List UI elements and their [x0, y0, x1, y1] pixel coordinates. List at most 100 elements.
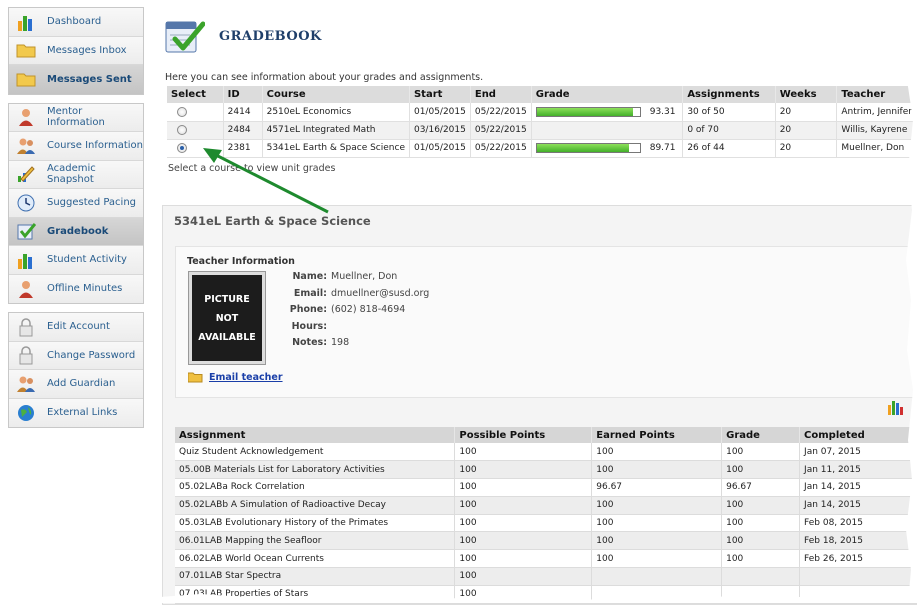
course-id: 2381	[223, 139, 263, 158]
course-row[interactable]: 2414 2510eL Economics 01/05/2015 05/22/2015…	[167, 103, 917, 122]
teacher-info-heading: Teacher Information	[187, 256, 295, 267]
sidebar-item-student-activity[interactable]: Student Activity	[9, 246, 143, 275]
course-start: 03/16/2015	[409, 121, 471, 140]
sidebar: Dashboard Messages Inbox Messages Sent Ment…	[8, 7, 144, 436]
sidebar-item-label: Suggested Pacing	[47, 197, 137, 209]
sidebar-item-label: Add Guardian	[47, 378, 116, 390]
possible-points: 100	[454, 460, 593, 480]
course-name: 5341eL Earth & Space Science	[262, 139, 410, 158]
earned-points: 100	[591, 496, 723, 515]
teacher-picture-placeholder: PICTURE NOT AVAILABLE	[188, 271, 266, 365]
email-teacher-link[interactable]: Email teacher	[188, 371, 283, 383]
teacher-info-box: Teacher Information PICTURE NOT AVAILABL…	[175, 246, 917, 398]
sidebar-item-gradebook[interactable]: Gradebook	[9, 217, 143, 246]
assignment-name: 06.01LAB Mapping the Seafloor	[175, 531, 456, 551]
sidebar-item-messages-inbox[interactable]: Messages Inbox	[9, 36, 143, 65]
course-name: 4571eL Integrated Math	[262, 121, 410, 140]
lock-icon	[19, 346, 33, 365]
sidebar-item-external-links[interactable]: External Links	[9, 398, 143, 427]
email-teacher-label: Email teacher	[209, 371, 283, 383]
teacher-field-label: Name:	[292, 271, 327, 282]
assignment-name: 05.00B Materials List for Laboratory Act…	[175, 460, 456, 480]
sidebar-item-suggested-pacing[interactable]: Suggested Pacing	[9, 189, 143, 218]
torn-edge-right	[906, 0, 917, 603]
course-row[interactable]: 2381 5341eL Earth & Space Science 01/05/20…	[167, 139, 917, 158]
course-row[interactable]: 2484 4571eL Integrated Math 03/16/2015 05/2…	[167, 121, 917, 140]
course-detail-title: 5341eL Earth & Space Science	[174, 214, 371, 228]
column-header: Grade	[531, 86, 684, 103]
course-end: 05/22/2015	[470, 103, 532, 122]
sidebar-item-add-guardian[interactable]: Add Guardian	[9, 370, 143, 399]
teacher-field-label: Phone:	[289, 304, 327, 315]
bar-chart-icon	[18, 15, 32, 31]
clock-icon	[17, 194, 35, 212]
earned-points	[591, 567, 723, 586]
assignment-name: 06.02LAB World Ocean Currents	[175, 549, 456, 569]
course-start: 01/05/2015	[409, 139, 471, 158]
possible-points: 100	[454, 531, 593, 551]
course-table: Select ID Course Start End Grade Assignments We…	[167, 86, 917, 158]
gradebook-checkmark-icon	[165, 21, 205, 53]
course-id: 2414	[223, 103, 263, 122]
assignment-grade	[721, 567, 801, 586]
select-cell	[167, 121, 224, 140]
possible-points: 100	[454, 514, 593, 533]
course-select-radio[interactable]	[177, 106, 187, 117]
course-assignments: 30 of 50	[682, 103, 776, 122]
earned-points: 100	[591, 460, 723, 480]
torn-edge-bottom	[0, 593, 917, 603]
course-weeks: 20	[775, 139, 838, 158]
checkmark-icon	[17, 223, 36, 240]
sidebar-item-offline-minutes[interactable]: Offline Minutes	[9, 274, 143, 303]
select-cell	[167, 139, 224, 158]
sidebar-item-course-information[interactable]: Course Information	[9, 132, 143, 161]
possible-points: 100	[454, 496, 593, 515]
teacher-field: Name: Muellner, Don	[274, 271, 429, 288]
column-header: Completed	[799, 427, 917, 443]
assignment-grade: 96.67	[721, 478, 801, 497]
assignment-name: 05.02LABb A Simulation of Radioactive De…	[175, 496, 456, 515]
teacher-field: Phone: (602) 818-4694	[274, 304, 429, 321]
assignments-table: Assignment Possible Points Earned Points Gr…	[175, 427, 917, 604]
column-header: Assignments	[682, 86, 776, 103]
course-id: 2484	[223, 121, 263, 140]
assignment-name: Quiz Student Acknowledgement	[175, 443, 456, 462]
assignment-grade: 100	[721, 460, 801, 480]
sidebar-item-academic-snapshot[interactable]: Academic Snapshot	[9, 160, 143, 189]
earned-points: 100	[591, 443, 723, 462]
assignments-table-header: Assignment Possible Points Earned Points Gr…	[175, 427, 917, 443]
people-icon	[17, 376, 35, 392]
sidebar-item-change-password[interactable]: Change Password	[9, 341, 143, 370]
column-header: Assignment	[175, 427, 456, 443]
nav-group: Edit Account Change Password Add Guardian E…	[8, 312, 144, 428]
sidebar-item-messages-sent[interactable]: Messages Sent	[9, 65, 143, 94]
grade-progress: 93.31	[535, 106, 679, 117]
sidebar-item-label: Edit Account	[47, 321, 110, 333]
nav-group: Dashboard Messages Inbox Messages Sent	[8, 7, 144, 95]
select-cell	[167, 103, 224, 122]
assignment-row: 06.02LAB World Ocean Currents 100 100 100 Fe…	[175, 549, 917, 569]
assignment-name: 05.02LABa Rock Correlation	[175, 478, 456, 497]
page-title: GRADEBOOK	[219, 29, 322, 44]
teacher-field-label: Hours:	[291, 320, 327, 332]
course-select-radio[interactable]	[177, 142, 187, 153]
course-end: 05/22/2015	[470, 139, 532, 158]
assignment-row: 05.02LABb A Simulation of Radioactive De…	[175, 496, 917, 515]
course-select-radio[interactable]	[177, 124, 187, 135]
assignment-grade: 100	[721, 496, 801, 515]
sidebar-item-dashboard[interactable]: Dashboard	[9, 8, 143, 37]
sidebar-item-label: Academic Snapshot	[47, 163, 96, 186]
grade-bar-track	[535, 143, 641, 153]
earned-points: 100	[591, 549, 723, 569]
grade-bar-fill	[536, 107, 633, 116]
teacher-field-label: Email:	[293, 287, 327, 299]
sidebar-item-label: Course Information	[47, 140, 143, 152]
sidebar-item-edit-account[interactable]: Edit Account	[9, 313, 143, 342]
assignment-row: Quiz Student Acknowledgement 100 100 100 Jan…	[175, 443, 917, 462]
sidebar-item-mentor-information[interactable]: Mentor Information	[9, 103, 143, 132]
column-header: Weeks	[775, 86, 838, 103]
sidebar-item-label: Offline Minutes	[47, 283, 123, 295]
column-header: Grade	[721, 427, 801, 443]
bar-chart-icon	[18, 253, 32, 269]
bar-chart-icon[interactable]	[887, 399, 903, 415]
